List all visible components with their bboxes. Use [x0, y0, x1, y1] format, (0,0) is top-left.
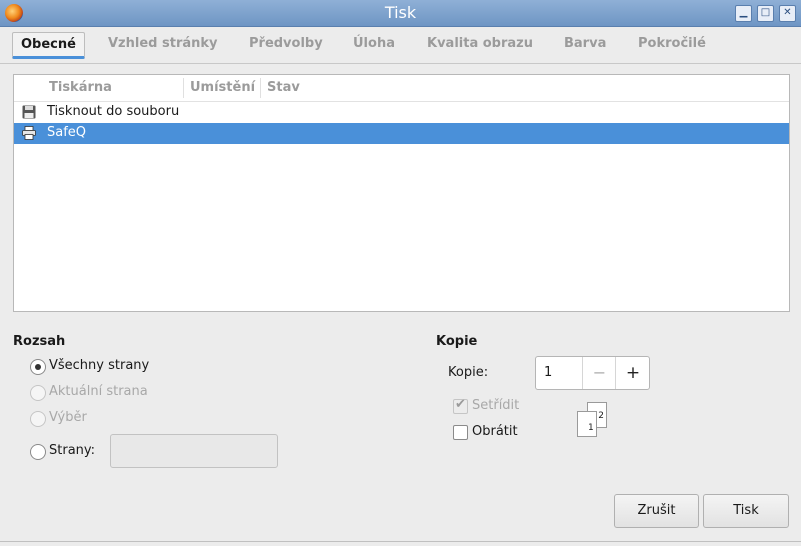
page-range-label[interactable]: Strany:	[49, 443, 95, 458]
tab-preferences[interactable]: Předvolby	[249, 36, 323, 51]
tab-bar: Obecné Vzhled stránky Předvolby Úloha Kv…	[0, 27, 801, 64]
current-page-radio[interactable]	[30, 385, 46, 401]
selection-radio[interactable]	[30, 411, 46, 427]
selection-label: Výběr	[49, 410, 87, 425]
reverse-label[interactable]: Obrátit	[472, 424, 518, 439]
printer-name: SafeQ	[47, 125, 87, 140]
collate-checkbox[interactable]: ✔	[453, 397, 468, 414]
column-header-status[interactable]: Stav	[267, 80, 300, 95]
printer-list[interactable]: Tiskárna Umístění Stav Tisknout do soubo…	[13, 74, 790, 312]
printer-name: Tisknout do souboru	[47, 104, 180, 119]
tab-job[interactable]: Úloha	[353, 36, 395, 51]
tab-page-setup[interactable]: Vzhled stránky	[108, 36, 218, 51]
floppy-disk-icon	[22, 105, 36, 119]
tab-general[interactable]: Obecné	[12, 32, 85, 59]
copies-label: Kopie:	[448, 365, 489, 380]
all-pages-radio[interactable]	[30, 359, 46, 375]
tab-color[interactable]: Barva	[564, 36, 606, 51]
collate-preview-page: 1	[577, 411, 597, 437]
range-section-title: Rozsah	[13, 334, 66, 349]
bottom-divider	[0, 541, 801, 546]
column-header-printer[interactable]: Tiskárna	[49, 80, 112, 95]
collate-label: Setřídit	[472, 398, 520, 413]
printer-row-selected[interactable]: SafeQ	[14, 123, 789, 144]
page-range-input[interactable]	[110, 434, 278, 468]
copies-value[interactable]: 1	[544, 365, 552, 380]
all-pages-label[interactable]: Všechny strany	[49, 358, 149, 373]
current-page-label: Aktuální strana	[49, 384, 148, 399]
column-header-location[interactable]: Umístění	[190, 80, 255, 95]
printer-icon	[22, 126, 36, 140]
printer-row[interactable]: Tisknout do souboru	[14, 102, 789, 123]
tab-image-quality[interactable]: Kvalita obrazu	[427, 36, 533, 51]
page-range-radio[interactable]	[30, 444, 46, 460]
close-button[interactable]: ✕	[779, 5, 796, 22]
copies-stepper[interactable]: 1 − +	[535, 356, 650, 390]
printer-list-header: Tiskárna Umístění Stav	[14, 75, 789, 102]
decrement-button[interactable]: −	[582, 357, 616, 389]
title-bar: Tisk ▁ □ ✕	[0, 0, 801, 27]
cancel-button[interactable]: Zrušit	[614, 494, 699, 528]
reverse-checkbox[interactable]	[453, 425, 468, 440]
print-button[interactable]: Tisk	[703, 494, 789, 528]
window-title: Tisk	[384, 3, 417, 22]
increment-button[interactable]: +	[615, 357, 650, 389]
minimize-button[interactable]: ▁	[735, 5, 752, 22]
maximize-button[interactable]: □	[757, 5, 774, 22]
copies-section-title: Kopie	[436, 334, 478, 349]
tab-advanced[interactable]: Pokročilé	[638, 36, 706, 51]
